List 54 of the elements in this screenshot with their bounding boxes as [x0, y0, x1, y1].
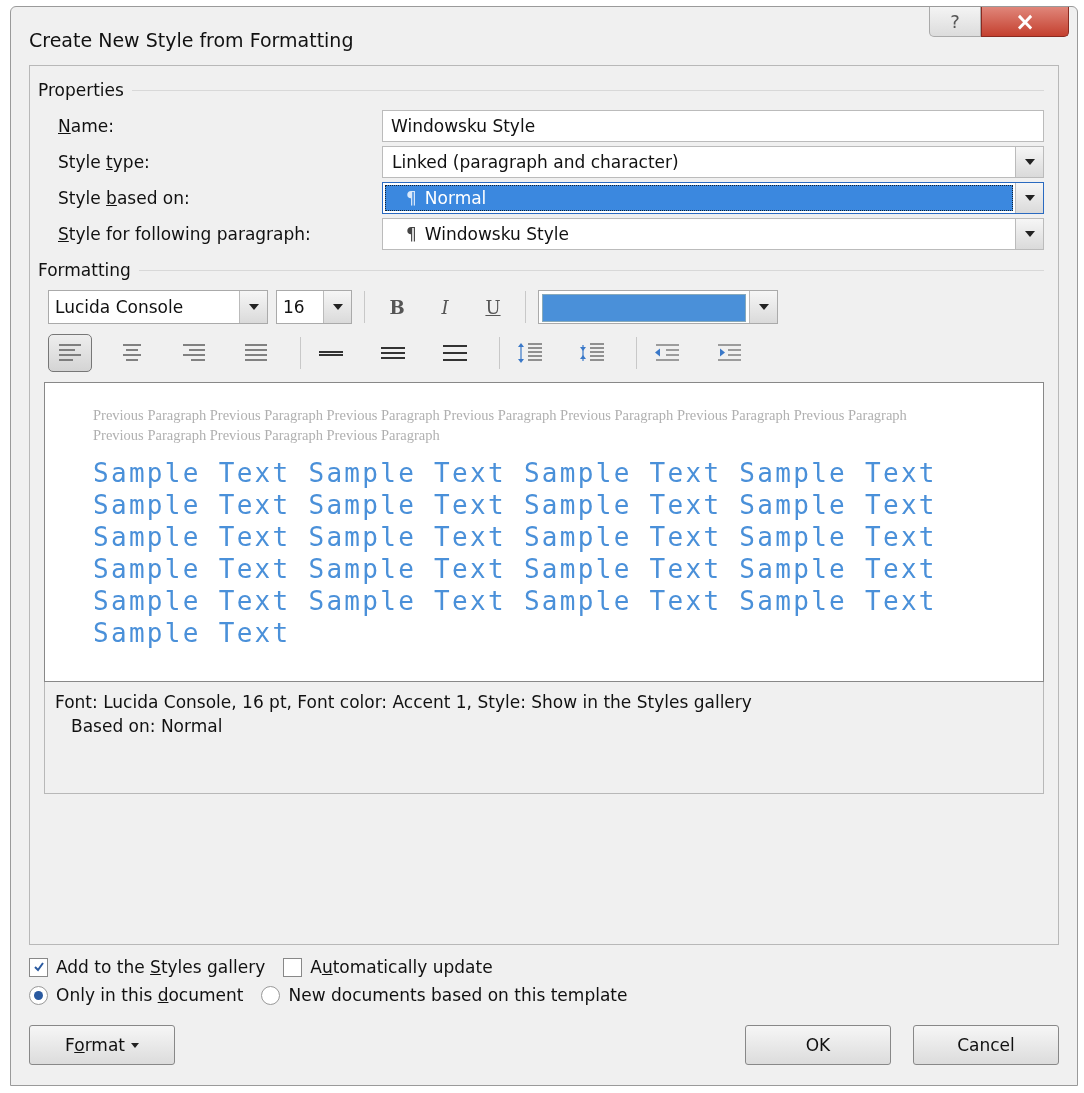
previous-paragraph-text: Previous Paragraph Previous Paragraph Previous Paragraph Previous Paragraph Previous Paragraph Previous Paragraph Previous Paragraph Previous Paragraph Previous Paragraph Previous Paragraph [93, 406, 908, 445]
group-heading: Properties [38, 80, 124, 100]
one-half-spacing-icon [378, 347, 408, 359]
radio-label: New documents based on this template [288, 985, 628, 1005]
field-label: Style for following paragraph: [58, 224, 312, 244]
italic-button[interactable]: I [425, 291, 465, 323]
dropdown-button[interactable] [323, 291, 351, 323]
dropdown-arrow-icon [757, 303, 770, 311]
dropdown-button[interactable] [749, 291, 777, 323]
outdent-icon [652, 342, 682, 364]
check-icon [32, 961, 45, 973]
group-heading: Formatting [38, 260, 131, 280]
name-field[interactable]: Windowsku Style [382, 110, 1044, 142]
font-color-dropdown[interactable] [538, 290, 778, 324]
checkbox[interactable] [29, 957, 48, 977]
dropdown-field[interactable]: ¶ Normal [382, 182, 1044, 214]
sample-text: Sample Text Sample Text Sample Text Sample Text Sample Text Sample Text Sample Text Sample Text Sample Text Sample Text Sample Text Sample Text Sample Text Sample Text Sample Text Sample Text Sample Text Sample Text Sample Text Sample Text Sample Text [93, 457, 938, 649]
font-size-dropdown[interactable]: 16 [276, 290, 352, 324]
align-left-button[interactable] [48, 334, 92, 372]
checkbox-label: Automatically update [310, 957, 493, 977]
dropdown-button[interactable] [1015, 147, 1043, 177]
single-spacing-icon [316, 350, 346, 356]
checkbox[interactable] [283, 957, 303, 977]
font-dropdown[interactable]: Lucida Console [48, 290, 268, 324]
checkbox-label: Add to the Styles gallery [56, 957, 266, 977]
radio-button[interactable] [261, 985, 281, 1005]
double-spacing-icon [440, 345, 470, 361]
dropdown-arrow-icon [1023, 230, 1036, 238]
field-label: Style type: [58, 152, 151, 172]
ok-button[interactable]: OK [745, 1025, 891, 1065]
dropdown-arrow-icon [331, 303, 344, 311]
dropdown-field[interactable]: Linked (paragraph and character) [382, 146, 1044, 178]
space-before-icon [515, 341, 545, 365]
radio-button[interactable] [29, 985, 48, 1005]
radio-label: Only in this document [56, 985, 244, 1005]
dropdown-field[interactable]: ¶ Windowsku Style [382, 218, 1044, 250]
dropdown-arrow-icon [1023, 158, 1036, 166]
dropdown-arrow-icon [247, 303, 260, 311]
underline-button[interactable]: U [473, 291, 513, 323]
format-button[interactable]: Format [29, 1025, 175, 1065]
cancel-button[interactable]: Cancel [913, 1025, 1059, 1065]
description-text: Based on: Normal [70, 716, 224, 736]
close-button[interactable]: × [981, 7, 1069, 37]
dropdown-button[interactable] [1015, 183, 1043, 213]
field-label: Name: [58, 116, 115, 136]
help-button[interactable]: ? [929, 7, 981, 37]
window-title: Create New Style from Formatting [29, 29, 354, 51]
caret-icon [130, 1042, 139, 1048]
dropdown-button[interactable] [1015, 219, 1043, 249]
description-text: Font: Lucida Console, 16 pt, Font color: Accent 1, Style: Show in the Styles gallery [55, 692, 753, 712]
dropdown-arrow-icon [1023, 194, 1036, 202]
bold-button[interactable]: B [377, 291, 417, 323]
dropdown-button[interactable] [239, 291, 267, 323]
field-label: Style based on: [58, 188, 191, 208]
